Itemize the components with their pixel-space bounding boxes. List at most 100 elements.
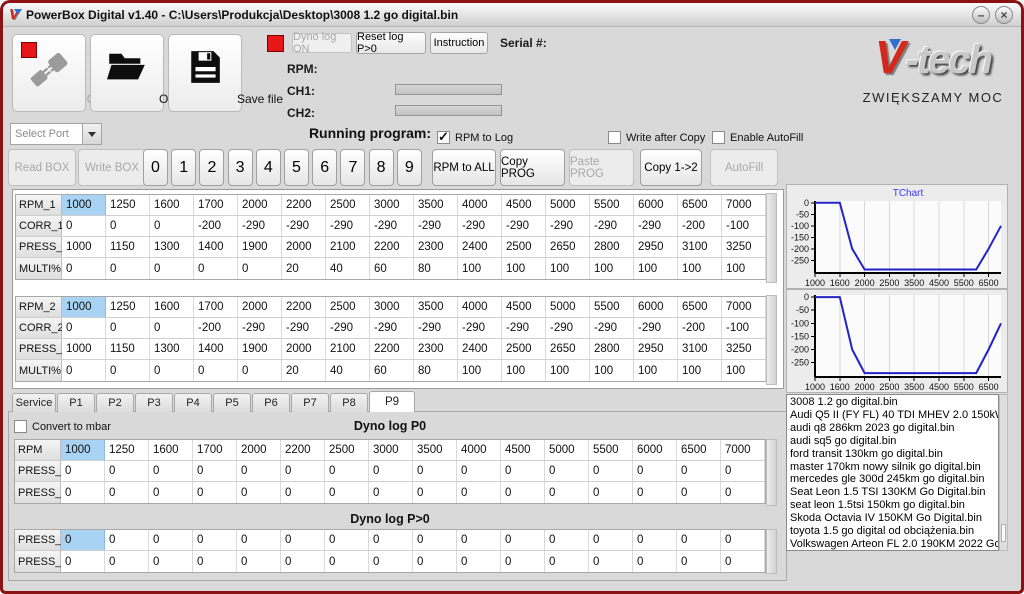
grid-cell[interactable]: 1700 xyxy=(193,440,237,460)
grid-cell[interactable]: 3100 xyxy=(678,339,722,359)
grid-cell[interactable]: 0 xyxy=(62,318,106,338)
grid-cell[interactable]: 0 xyxy=(501,482,545,503)
grid-cell[interactable]: 2800 xyxy=(590,339,634,359)
grid-cell[interactable]: 3000 xyxy=(369,440,413,460)
enable-autofill-checkbox[interactable]: Enable AutoFill xyxy=(712,131,803,144)
grid-cell[interactable]: 0 xyxy=(545,530,589,550)
grid-cell[interactable]: 0 xyxy=(237,461,281,481)
grid-cell[interactable]: 3500 xyxy=(414,297,458,317)
grid-cell[interactable]: 2100 xyxy=(326,237,370,257)
grid-cell[interactable]: 0 xyxy=(501,461,545,481)
grid-cell[interactable]: 0 xyxy=(105,461,149,481)
grid-cell[interactable]: 0 xyxy=(325,461,369,481)
grid-cell[interactable]: 5000 xyxy=(545,440,589,460)
grid-cell[interactable]: 2300 xyxy=(414,339,458,359)
grid-cell[interactable]: 0 xyxy=(633,482,677,503)
grid-cell[interactable]: 0 xyxy=(413,482,457,503)
grid-cell[interactable]: 3000 xyxy=(370,195,414,215)
grid-cell[interactable]: 0 xyxy=(61,482,105,503)
grid-cell[interactable]: 1600 xyxy=(150,297,194,317)
grid-cell[interactable]: 100 xyxy=(678,258,722,279)
grid-cell[interactable]: 1150 xyxy=(106,339,150,359)
grid-cell[interactable]: 100 xyxy=(502,360,546,381)
reset-log-button[interactable]: Reset log P>0 xyxy=(356,31,426,55)
grid-cell[interactable]: 0 xyxy=(633,461,677,481)
file-list-item[interactable]: mercedes gle 300d 245km go digital.bin xyxy=(790,473,998,486)
grid-cell[interactable]: 40 xyxy=(326,258,370,279)
tab-p9[interactable]: P9 xyxy=(369,391,415,412)
file-list-item[interactable]: Volkswagen Arteon FL 2.0 190KM 2022 Go D… xyxy=(790,538,998,550)
digit-button-8[interactable]: 8 xyxy=(368,149,394,186)
grid-cell[interactable]: 7000 xyxy=(722,195,766,215)
grid-cell[interactable]: -290 xyxy=(370,318,414,338)
dyno-pgt0-scrollbar[interactable] xyxy=(766,529,777,574)
grid-cell[interactable]: 1700 xyxy=(194,195,238,215)
grid-cell[interactable]: 0 xyxy=(677,461,721,481)
grid-cell[interactable]: -290 xyxy=(282,216,326,236)
grid-cell[interactable]: 2500 xyxy=(502,339,546,359)
grid-cell[interactable]: 5500 xyxy=(589,440,633,460)
grid-cell[interactable]: -290 xyxy=(238,318,282,338)
grid-cell[interactable]: 2200 xyxy=(282,297,326,317)
tab-p3[interactable]: P3 xyxy=(135,393,173,412)
grid-cell[interactable]: 40 xyxy=(326,360,370,381)
digit-button-2[interactable]: 2 xyxy=(199,149,225,186)
grid-cell[interactable]: 0 xyxy=(457,482,501,503)
digit-button-3[interactable]: 3 xyxy=(227,149,253,186)
grid-cell[interactable]: 2200 xyxy=(282,195,326,215)
grid-cell[interactable]: -290 xyxy=(502,216,546,236)
grid-cell[interactable]: 6500 xyxy=(678,195,722,215)
grid-cell[interactable]: 2200 xyxy=(281,440,325,460)
grid-cell[interactable]: 0 xyxy=(105,482,149,503)
grid-cell[interactable]: 0 xyxy=(589,551,633,572)
grid-cell[interactable]: 2500 xyxy=(325,440,369,460)
grid-cell[interactable]: 100 xyxy=(546,360,590,381)
tab-p7[interactable]: P7 xyxy=(291,393,329,412)
grid-cell[interactable]: -290 xyxy=(502,318,546,338)
instruction-button[interactable]: Instruction xyxy=(430,32,488,54)
grid-cell[interactable]: 0 xyxy=(150,258,194,279)
file-list-scrollbar-thumb[interactable] xyxy=(1001,524,1006,542)
grid-cell[interactable]: 4500 xyxy=(501,440,545,460)
dyno-p0-scrollbar[interactable] xyxy=(766,439,777,506)
file-list-item[interactable]: Seat Leon 1.5 TSI 130KM Go Digital.bin xyxy=(790,486,998,499)
grid-cell[interactable]: 1250 xyxy=(105,440,149,460)
grid-cell[interactable]: -290 xyxy=(590,318,634,338)
grid-cell[interactable]: 0 xyxy=(325,530,369,550)
grid-cell[interactable]: 100 xyxy=(458,258,502,279)
grid-cell[interactable]: 0 xyxy=(721,530,765,550)
grid-cell[interactable]: -290 xyxy=(546,318,590,338)
file-list-item[interactable]: ford transit 130km go digital.bin xyxy=(790,448,998,461)
select-port-dropdown[interactable]: Select Port xyxy=(10,123,102,145)
grid-cell[interactable]: 0 xyxy=(369,482,413,503)
connect-button[interactable]: Connect xyxy=(12,34,131,112)
grid-cell[interactable]: 0 xyxy=(61,530,105,550)
rpm-to-log-checkbox-box[interactable] xyxy=(437,129,450,145)
rpm-to-log-checkbox[interactable]: RPM to Log xyxy=(437,129,513,145)
grid-cell[interactable]: -100 xyxy=(722,318,766,338)
save-file-button[interactable]: Save file xyxy=(168,34,283,112)
open-file-button[interactable]: Open file xyxy=(90,34,207,112)
grid-cell[interactable]: 0 xyxy=(106,258,150,279)
tab-service[interactable]: Service xyxy=(12,393,56,412)
grid-cell[interactable]: 2650 xyxy=(546,339,590,359)
grid-cell[interactable]: 0 xyxy=(61,551,105,572)
grid-cell[interactable]: 0 xyxy=(193,551,237,572)
grid-cell[interactable]: 6000 xyxy=(633,440,677,460)
grid-cell[interactable]: -290 xyxy=(590,216,634,236)
grid-cell[interactable]: 4000 xyxy=(457,440,501,460)
grid-cell[interactable]: 100 xyxy=(590,258,634,279)
grid-cell[interactable]: 100 xyxy=(546,258,590,279)
grid-cell[interactable]: 0 xyxy=(281,551,325,572)
grid-cell[interactable]: 6000 xyxy=(634,195,678,215)
grid-cell[interactable]: 5500 xyxy=(590,297,634,317)
grid-cell[interactable]: -290 xyxy=(634,318,678,338)
grid-cell[interactable]: 5500 xyxy=(590,195,634,215)
minimize-button[interactable]: – xyxy=(972,6,990,24)
grid-cell[interactable]: 2950 xyxy=(634,339,678,359)
grid-cell[interactable]: -290 xyxy=(414,216,458,236)
grid-cell[interactable]: 2000 xyxy=(282,237,326,257)
grid-cell[interactable]: 2100 xyxy=(326,339,370,359)
grid-cell[interactable]: 0 xyxy=(501,551,545,572)
grid-cell[interactable]: 0 xyxy=(237,551,281,572)
